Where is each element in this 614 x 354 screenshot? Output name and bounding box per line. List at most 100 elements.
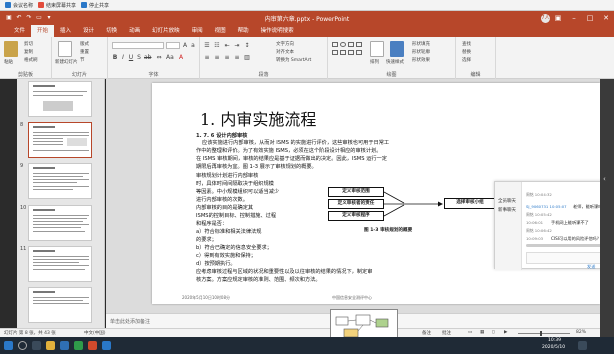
bold-icon[interactable]: B bbox=[112, 55, 118, 61]
new-slide-icon[interactable] bbox=[58, 41, 72, 57]
thumbnail-slide-selected[interactable] bbox=[28, 122, 92, 158]
cut-button[interactable]: 剪切 bbox=[24, 41, 33, 47]
shape-effects-button[interactable]: 形状效果 bbox=[412, 57, 430, 63]
text-direction-button[interactable]: 文字方向 bbox=[276, 41, 294, 47]
numbering-icon[interactable]: ☷ bbox=[214, 43, 220, 49]
reset-button[interactable]: 重置 bbox=[80, 49, 89, 55]
shape-arrow-icon[interactable] bbox=[356, 42, 362, 47]
present-icon[interactable]: ▭ bbox=[36, 15, 42, 21]
shape-star-icon[interactable] bbox=[340, 50, 346, 55]
copy-button[interactable]: 复制 bbox=[24, 49, 33, 55]
close-icon[interactable]: ✕ bbox=[598, 11, 614, 25]
thumbnail-slide[interactable] bbox=[28, 205, 92, 241]
task-view-icon[interactable] bbox=[32, 341, 41, 350]
line-spacing-icon[interactable]: ↕ bbox=[244, 43, 250, 49]
customize-icon[interactable]: ▾ bbox=[46, 15, 52, 21]
bullets-icon[interactable]: ☰ bbox=[204, 43, 210, 49]
share-item-meeting[interactable]: 会议名称 bbox=[5, 2, 33, 9]
align-center-icon[interactable]: ≡ bbox=[214, 55, 220, 61]
user-avatar[interactable]: 7人 bbox=[541, 13, 550, 23]
normal-view-icon[interactable]: ▭ bbox=[468, 330, 472, 335]
italic-icon[interactable]: I bbox=[120, 55, 126, 61]
zoom-thumb[interactable] bbox=[540, 331, 542, 336]
share-item-stop[interactable]: 停止共享 bbox=[81, 2, 109, 9]
zoom-slider[interactable] bbox=[518, 333, 570, 334]
chat-scrollbar[interactable] bbox=[526, 244, 602, 247]
case-icon[interactable]: Aa bbox=[166, 55, 174, 61]
justify-icon[interactable]: ≡ bbox=[234, 55, 240, 61]
align-left-icon[interactable]: ≡ bbox=[204, 55, 210, 61]
font-size-select[interactable] bbox=[166, 42, 180, 49]
font-name-select[interactable] bbox=[112, 42, 164, 49]
reading-view-icon[interactable]: ▯ bbox=[492, 330, 494, 335]
chat-panel[interactable]: 全员聊天 新事聊天 周铭 10:04:32 SJ_9060731 10:05:0… bbox=[494, 181, 606, 270]
shape-triangle-icon[interactable] bbox=[332, 50, 338, 55]
replace-button[interactable]: 替换 bbox=[462, 49, 471, 55]
slide-title[interactable]: 1. 内审实施流程 bbox=[200, 106, 316, 130]
redo-icon[interactable]: ↷ bbox=[26, 15, 32, 21]
shape-brace-icon[interactable] bbox=[348, 50, 354, 55]
browser-icon[interactable] bbox=[60, 341, 69, 350]
share-item-end[interactable]: 结束屏幕共享 bbox=[38, 2, 76, 9]
format-painter-button[interactable]: 格式刷 bbox=[24, 57, 38, 63]
maximize-icon[interactable]: □ bbox=[582, 11, 598, 25]
notes-toggle[interactable]: 备注 bbox=[422, 330, 431, 336]
tab-file[interactable]: 文件 bbox=[8, 25, 31, 37]
powerpoint-icon[interactable] bbox=[88, 341, 97, 350]
thumbnail-slide[interactable] bbox=[28, 246, 92, 282]
underline-icon[interactable]: U bbox=[128, 55, 134, 61]
shadow-icon[interactable]: S bbox=[136, 55, 142, 61]
tab-transitions[interactable]: 切换 bbox=[100, 25, 123, 37]
file-explorer-icon[interactable] bbox=[46, 341, 55, 350]
tab-view[interactable]: 视图 bbox=[209, 25, 232, 37]
tab-animations[interactable]: 动画 bbox=[123, 25, 146, 37]
shape-line-icon[interactable] bbox=[348, 42, 354, 47]
align-right-icon[interactable]: ≡ bbox=[224, 55, 230, 61]
zoom-level[interactable]: 82% bbox=[576, 330, 586, 335]
save-icon[interactable]: ▣ bbox=[6, 15, 12, 21]
slideshow-icon[interactable]: ▶ bbox=[504, 330, 507, 335]
new-slide-button[interactable]: 新建幻灯片 bbox=[55, 59, 78, 65]
section-button[interactable]: 节 bbox=[80, 57, 85, 63]
shape-outline-button[interactable]: 形状轮廓 bbox=[412, 49, 430, 55]
thumbnail-slide[interactable] bbox=[28, 163, 92, 199]
minimize-icon[interactable]: – bbox=[566, 11, 582, 25]
chat-tab-all[interactable]: 全员聊天 bbox=[498, 198, 516, 204]
find-button[interactable]: 查找 bbox=[462, 41, 471, 47]
columns-icon[interactable]: ▥ bbox=[244, 55, 250, 61]
quick-styles-icon[interactable] bbox=[390, 41, 404, 57]
tab-slideshow[interactable]: 幻灯片放映 bbox=[146, 25, 186, 37]
select-button[interactable]: 选择 bbox=[462, 57, 471, 63]
indent-decrease-icon[interactable]: ⇤ bbox=[224, 43, 230, 49]
tab-help[interactable]: 帮助 bbox=[232, 25, 255, 37]
shape-callout-icon[interactable] bbox=[356, 50, 362, 55]
windows-start-icon[interactable] bbox=[4, 341, 13, 350]
layout-button[interactable]: 版式 bbox=[80, 41, 89, 47]
thumbnail-slide[interactable] bbox=[28, 287, 92, 323]
grow-font-icon[interactable]: A bbox=[182, 43, 188, 49]
align-text-button[interactable]: 对齐文本 bbox=[276, 49, 294, 55]
comments-toggle[interactable]: 批注 bbox=[442, 330, 451, 336]
tab-home[interactable]: 开始 bbox=[31, 25, 55, 37]
thumbnail-slide[interactable] bbox=[28, 81, 92, 117]
undo-icon[interactable]: ↶ bbox=[16, 15, 22, 21]
chat-input[interactable] bbox=[526, 252, 602, 264]
arrange-button[interactable]: 排列 bbox=[370, 59, 379, 65]
strikethrough-icon[interactable]: ab bbox=[144, 55, 152, 61]
notification-icon[interactable] bbox=[578, 341, 587, 350]
search-icon[interactable] bbox=[18, 341, 27, 350]
shape-oval-icon[interactable] bbox=[340, 42, 346, 47]
meeting-app-icon[interactable] bbox=[102, 341, 111, 350]
quick-styles-button[interactable]: 快速样式 bbox=[386, 59, 404, 65]
paste-button[interactable]: 粘贴 bbox=[4, 59, 13, 65]
ribbon-display-icon[interactable]: ▣ bbox=[550, 11, 566, 25]
indent-increase-icon[interactable]: ⇥ bbox=[234, 43, 240, 49]
arrange-icon[interactable] bbox=[370, 41, 384, 57]
wechat-icon[interactable] bbox=[74, 341, 83, 350]
language-indicator[interactable]: 中文(中国) bbox=[84, 330, 106, 336]
shape-fill-button[interactable]: 形状填充 bbox=[412, 41, 430, 47]
clock-date[interactable]: 2020/5/10 bbox=[542, 345, 565, 350]
clock-time[interactable]: 10:39 bbox=[548, 338, 561, 343]
shape-rect-icon[interactable] bbox=[332, 42, 338, 47]
chat-send-button[interactable]: 发送 bbox=[587, 264, 595, 270]
